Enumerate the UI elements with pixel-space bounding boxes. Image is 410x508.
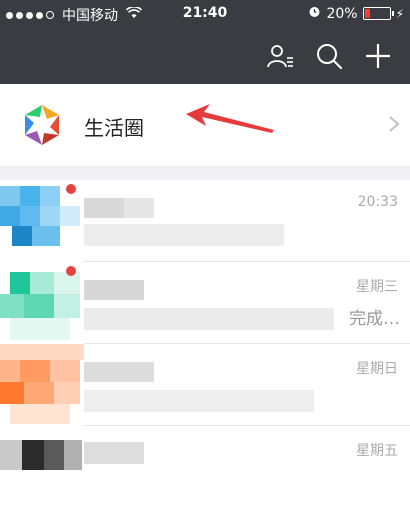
pixelated-name xyxy=(84,442,144,464)
chat-item[interactable]: 星期三 完成… xyxy=(0,262,410,344)
battery-fill xyxy=(364,9,370,18)
charging-bolt-icon: ⚡ xyxy=(395,6,404,21)
chevron-right-icon xyxy=(388,114,400,138)
red-arrow-icon xyxy=(180,102,280,138)
status-right: 20% ⚡ xyxy=(308,5,404,22)
status-bar: 中国移动 21:40 20% ⚡ xyxy=(0,0,410,28)
pixelated-name xyxy=(84,362,314,412)
chat-item[interactable]: 星期日 xyxy=(0,344,410,426)
battery-percent: 20% xyxy=(326,5,358,22)
nav-bar xyxy=(0,28,410,84)
pixelated-name xyxy=(84,198,284,248)
moments-aperture-icon xyxy=(20,103,64,147)
moments-label: 生活圈 xyxy=(84,116,144,140)
search-icon[interactable] xyxy=(313,40,345,72)
pixelated-avatar xyxy=(0,344,84,426)
contacts-icon[interactable] xyxy=(264,40,296,72)
chat-time: 星期三 xyxy=(356,279,398,295)
chat-time: 星期日 xyxy=(356,361,398,377)
moments-row[interactable]: 生活圈 xyxy=(0,84,410,167)
chat-time: 20:33 xyxy=(357,194,398,210)
chat-item[interactable]: 星期五 xyxy=(0,426,410,508)
chat-preview: 完成… xyxy=(349,309,400,329)
pixelated-avatar xyxy=(0,262,84,344)
pixelated-avatar xyxy=(0,426,84,470)
pixelated-avatar xyxy=(0,180,84,262)
chat-time: 星期五 xyxy=(356,443,398,459)
pixelated-name xyxy=(84,280,334,330)
unread-badge xyxy=(66,184,76,194)
battery-icon xyxy=(362,7,394,20)
chat-item[interactable]: 20:33 xyxy=(0,180,410,262)
unread-badge xyxy=(66,266,76,276)
alarm-icon xyxy=(308,5,321,22)
plus-icon[interactable] xyxy=(362,40,394,72)
section-gap xyxy=(0,166,410,180)
